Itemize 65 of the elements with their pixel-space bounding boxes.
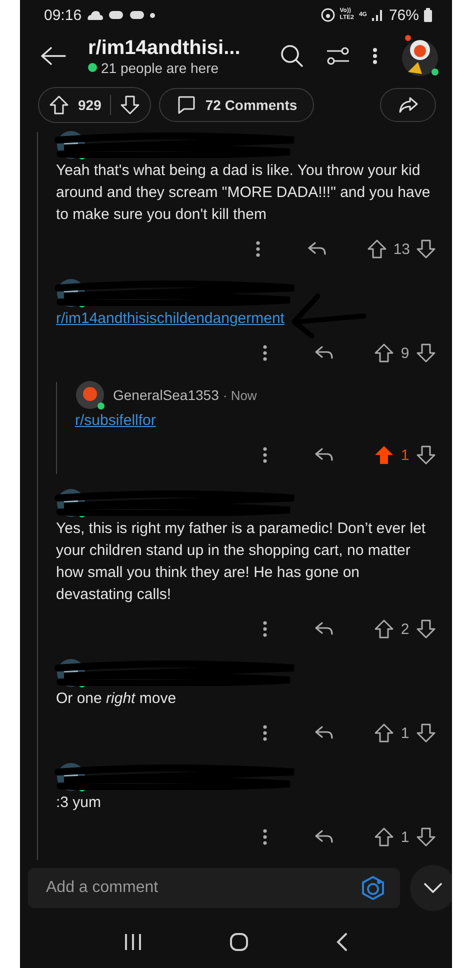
sliders-icon[interactable] bbox=[326, 46, 350, 66]
subreddit-link[interactable]: r/im14andthisischildendangerment bbox=[56, 308, 284, 330]
more-icon[interactable] bbox=[262, 724, 268, 742]
reply-icon[interactable] bbox=[314, 621, 334, 637]
upvote-icon[interactable] bbox=[374, 619, 394, 639]
comment-text: :3 yum bbox=[56, 793, 102, 813]
downvote-icon[interactable] bbox=[416, 723, 436, 743]
online-count: 21 people are here bbox=[101, 60, 219, 76]
downvote-icon[interactable] bbox=[416, 445, 436, 465]
search-icon[interactable] bbox=[280, 44, 304, 68]
avatar-icon[interactable] bbox=[75, 380, 105, 410]
back-arrow-icon[interactable] bbox=[40, 46, 66, 66]
subreddit-link[interactable]: r/subsifellfor bbox=[75, 410, 156, 432]
vote-count: 2 bbox=[400, 620, 410, 638]
avatar-icon[interactable] bbox=[400, 34, 440, 78]
collapse-button[interactable] bbox=[410, 865, 452, 911]
upvote-icon[interactable] bbox=[367, 239, 388, 259]
vote-count: 1 bbox=[400, 828, 410, 846]
more-icon[interactable] bbox=[262, 620, 268, 638]
comment-text: Yes, this is right my father is a paramedic! Don’t ever let your children stand up in the shopping cart, no matter how small you think they are! He has gone on devastating calls! bbox=[56, 519, 427, 605]
comment-bubble-icon bbox=[176, 95, 196, 115]
comments-button[interactable]: 72 Comments bbox=[159, 88, 314, 122]
downvote-icon[interactable] bbox=[416, 827, 436, 847]
vote-count: 1 bbox=[400, 446, 410, 464]
comment-author[interactable]: GeneralSea1353 bbox=[113, 387, 219, 403]
reply-icon[interactable] bbox=[314, 725, 334, 741]
comment-text: Or one right move bbox=[56, 689, 178, 709]
more-icon[interactable] bbox=[262, 446, 268, 464]
upvote-icon[interactable] bbox=[374, 723, 394, 743]
dot-icon bbox=[150, 12, 155, 18]
recent-apps-icon[interactable] bbox=[124, 933, 142, 951]
vote-count: 1 bbox=[400, 724, 410, 742]
comment-input-field[interactable]: Add a comment bbox=[28, 868, 400, 908]
cloud-icon bbox=[86, 10, 103, 20]
battery-icon bbox=[424, 8, 432, 22]
more-icon[interactable] bbox=[262, 344, 268, 362]
share-button[interactable] bbox=[380, 88, 436, 122]
post-score: 929 bbox=[78, 97, 102, 113]
more-icon[interactable] bbox=[372, 47, 378, 65]
home-icon[interactable] bbox=[228, 932, 249, 952]
hotspot-icon bbox=[320, 8, 335, 22]
reply-icon[interactable] bbox=[307, 241, 328, 257]
upvote-icon[interactable] bbox=[374, 827, 394, 847]
downvote-icon[interactable] bbox=[416, 619, 436, 639]
signal-icon bbox=[372, 9, 384, 21]
reply-icon[interactable] bbox=[314, 345, 334, 361]
downvote-icon[interactable] bbox=[416, 239, 436, 259]
status-time: 09:16 bbox=[44, 6, 82, 24]
reply-icon[interactable] bbox=[314, 829, 334, 845]
snoo-hexagon-icon[interactable] bbox=[360, 875, 386, 901]
more-icon[interactable] bbox=[255, 240, 262, 258]
chevron-down-icon bbox=[424, 883, 442, 893]
share-arrow-icon bbox=[398, 96, 418, 114]
back-icon[interactable] bbox=[336, 932, 348, 952]
upvote-icon[interactable] bbox=[374, 343, 394, 363]
subreddit-title[interactable]: r/im14andthisi... bbox=[88, 36, 258, 60]
downvote-icon[interactable] bbox=[416, 343, 436, 363]
reply-icon[interactable] bbox=[314, 447, 334, 463]
comment-text: Yeah that's what being a dad is like. You throw your kid around and they scream "MORE DADA!!!" and you have to make sure you don't kill them bbox=[56, 161, 432, 225]
more-icon[interactable] bbox=[262, 828, 268, 846]
battery-percent: 76% bbox=[388, 6, 419, 24]
vote-count: 9 bbox=[400, 344, 410, 362]
online-dot-icon bbox=[88, 63, 97, 72]
vote-count: 13 bbox=[393, 240, 410, 258]
comment-time: · Now bbox=[222, 388, 257, 402]
